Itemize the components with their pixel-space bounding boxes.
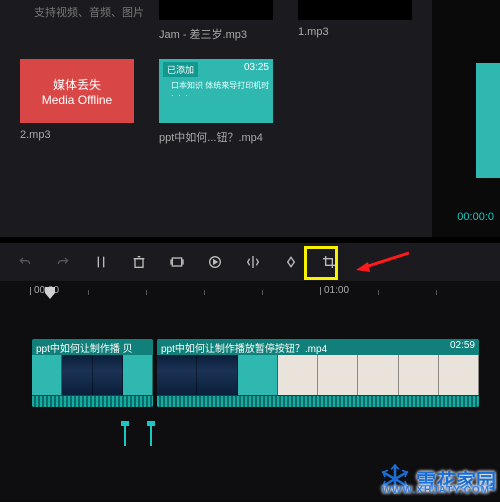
added-badge: 已添加 bbox=[163, 62, 198, 77]
arrow-annotation bbox=[354, 248, 414, 278]
thumb-lines: 口本知识 体统来导打印机时· · · bbox=[171, 81, 269, 101]
media-panel: 支持视频、音频、图片 Jam - 差三岁.mp3 1.mp3 媒体丢失 Medi… bbox=[0, 0, 432, 237]
supported-formats-hint: 支持视频、音频、图片 bbox=[34, 4, 144, 20]
media-item-ppt[interactable]: 已添加 03:25 口本知识 体统来导打印机时· · · ppt中如何...钮？… bbox=[159, 59, 273, 145]
duration: 03:25 bbox=[244, 62, 269, 73]
rotate-button[interactable] bbox=[272, 243, 310, 281]
timeline-marker[interactable] bbox=[150, 426, 152, 446]
undo-button[interactable] bbox=[6, 243, 44, 281]
watermark: 雪花家园 WWW.XHJATY.COM bbox=[378, 462, 496, 496]
media-item-offline[interactable]: 媒体丢失 Media Offline 2.mp3 bbox=[20, 59, 134, 141]
media-item-jam[interactable]: Jam - 差三岁.mp3 bbox=[159, 0, 273, 42]
playhead-icon[interactable] bbox=[44, 286, 56, 303]
watermark-url: WWW.XHJATY.COM bbox=[310, 485, 490, 496]
ruler-label-1: 01:00 bbox=[324, 285, 349, 296]
timeline-toolbar bbox=[0, 243, 500, 281]
offline-label-en: Media Offline bbox=[42, 93, 112, 107]
speed-button[interactable] bbox=[196, 243, 234, 281]
media-caption: ppt中如何...钮？.mp4 bbox=[159, 129, 273, 145]
mirror-button[interactable] bbox=[234, 243, 272, 281]
media-caption: 1.mp3 bbox=[298, 26, 412, 38]
timeline-clip-b[interactable]: ppt中如何让制作播放暂停按钮？.mp4 02:59 bbox=[157, 339, 479, 407]
preview-timecode: 00:00:0 bbox=[457, 211, 494, 223]
timeline-ruler[interactable]: 00:00 01:00 bbox=[22, 281, 500, 303]
media-item-1[interactable]: 1.mp3 bbox=[298, 0, 412, 38]
media-caption: Jam - 差三岁.mp3 bbox=[159, 26, 273, 42]
clip-label: ppt中如何让制作播放暂停按钮？.mp4 bbox=[161, 340, 327, 354]
clip-duration: 02:59 bbox=[450, 340, 475, 354]
redo-button[interactable] bbox=[44, 243, 82, 281]
timeline-marker[interactable] bbox=[124, 426, 126, 446]
clip-label: ppt中如何让制作播 贝 bbox=[36, 340, 133, 354]
clip-waveform bbox=[32, 395, 153, 407]
delete-button[interactable] bbox=[120, 243, 158, 281]
split-button[interactable] bbox=[82, 243, 120, 281]
preview-content bbox=[476, 63, 500, 178]
clip-waveform bbox=[157, 395, 479, 407]
timeline-clip-a[interactable]: ppt中如何让制作播 贝 bbox=[32, 339, 153, 407]
offline-label-cn: 媒体丢失 bbox=[53, 76, 101, 93]
crop-button[interactable] bbox=[310, 243, 348, 281]
media-caption: 2.mp3 bbox=[20, 129, 134, 141]
frame-button[interactable] bbox=[158, 243, 196, 281]
preview-area: 00:00:0 bbox=[432, 0, 500, 237]
